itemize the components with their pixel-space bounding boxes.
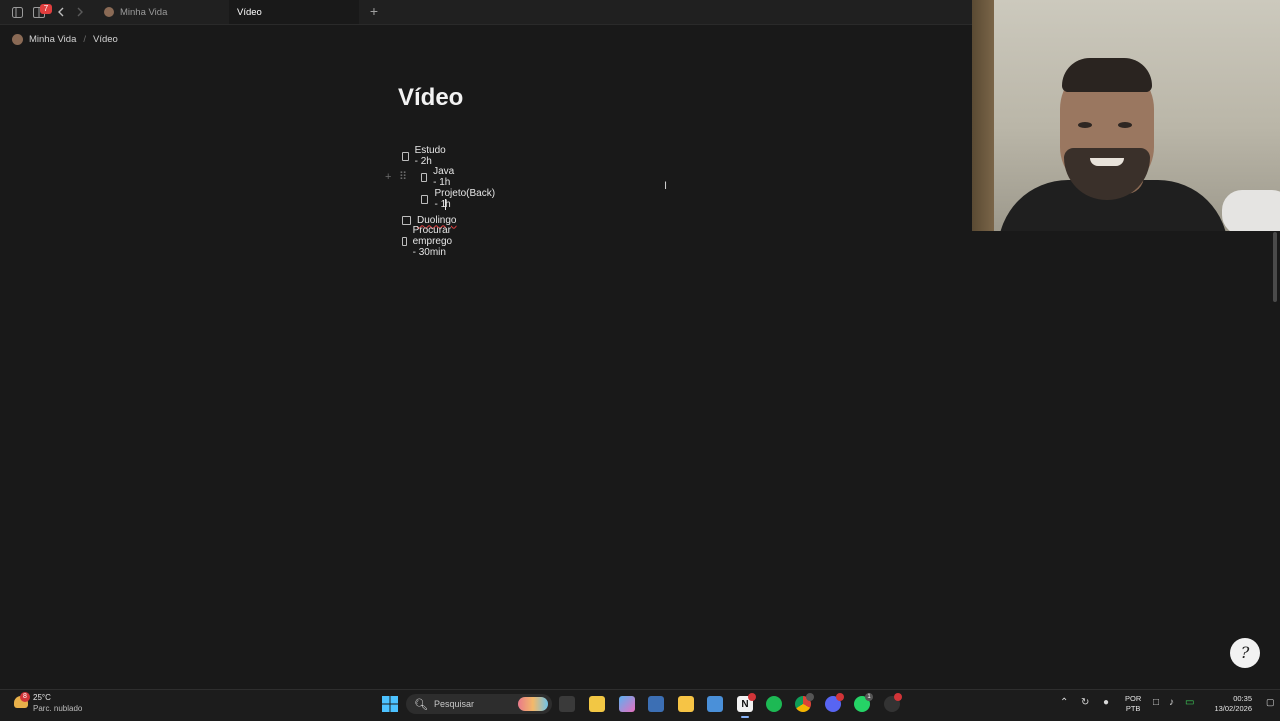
search-icon: 🔍︎: [414, 698, 428, 711]
tab-minha-vida[interactable]: Minha Vida: [96, 0, 228, 24]
webcam-overlay: [972, 0, 1280, 231]
tab-label: Minha Vida: [120, 6, 168, 18]
todo-text[interactable]: Projeto(Back) - 1h: [434, 188, 496, 210]
folder-icon[interactable]: [678, 696, 694, 712]
page-title[interactable]: Vídeo: [398, 82, 463, 114]
avatar-icon: [12, 33, 23, 45]
tab-label: Vídeo: [237, 6, 262, 18]
network-icon[interactable]: □: [1153, 697, 1159, 708]
todo-item[interactable]: Java - 1h: [421, 166, 457, 188]
new-tab-button[interactable]: +: [366, 3, 382, 20]
notepad-icon[interactable]: [707, 696, 723, 712]
language-line1: POR: [1125, 694, 1142, 703]
spotify-icon[interactable]: [766, 696, 782, 712]
app-badge: [894, 693, 902, 701]
language-line2: PTB: [1125, 704, 1141, 713]
todo-checkbox[interactable]: [421, 194, 429, 204]
breadcrumb-parent[interactable]: Minha Vida: [29, 34, 76, 45]
volume-icon[interactable]: ♪: [1169, 697, 1174, 708]
whatsapp-badge: 1: [865, 693, 873, 701]
ibeam-cursor-icon: I: [664, 180, 668, 192]
todo-checkbox[interactable]: [421, 172, 428, 182]
battery-icon[interactable]: ▭: [1185, 697, 1194, 708]
todo-item[interactable]: Projeto(Back) - 1h: [421, 188, 497, 210]
todo-text[interactable]: Java - 1h: [433, 166, 457, 188]
clock-time: 00:35: [1233, 694, 1252, 703]
todo-checkbox[interactable]: [402, 151, 409, 161]
language-indicator[interactable]: POR PTB: [1125, 694, 1141, 714]
sidebar-icon[interactable]: [9, 4, 25, 20]
sync-icon[interactable]: ↻: [1081, 697, 1089, 708]
help-button[interactable]: ?: [1230, 638, 1260, 668]
todo-text[interactable]: Estudo - 2h: [415, 145, 449, 167]
windows-start-icon[interactable]: [382, 696, 398, 712]
clock[interactable]: 00:35 13/02/2026: [1208, 694, 1252, 714]
todo-text[interactable]: Procurar emprego - 30min: [413, 225, 457, 258]
todo-item[interactable]: Estudo - 2h: [402, 145, 449, 167]
breadcrumb-current[interactable]: Vídeo: [93, 34, 118, 45]
breadcrumb-separator: /: [83, 33, 86, 45]
todo-checkbox[interactable]: [402, 236, 407, 246]
todo-item[interactable]: Procurar emprego - 30min: [402, 225, 456, 258]
file-manager-icon[interactable]: [589, 696, 605, 712]
todo-text-after-caret: h: [445, 199, 451, 211]
search-placeholder: Pesquisar: [433, 699, 474, 709]
notification-badge: 7: [40, 4, 52, 14]
todo-text-before-caret: Projeto(Back) - 1: [434, 187, 496, 211]
task-view-icon[interactable]: [559, 696, 575, 712]
back-arrow-icon[interactable]: [53, 4, 69, 20]
chrome-badge: [806, 693, 814, 701]
add-block-icon[interactable]: +: [385, 171, 391, 183]
scrollbar[interactable]: [1273, 232, 1277, 302]
forward-arrow-icon[interactable]: [72, 4, 88, 20]
microphone-icon[interactable]: ●: [1103, 697, 1109, 708]
notion-badge: [748, 693, 756, 701]
drag-handle-icon[interactable]: ⠿: [399, 171, 407, 183]
chevron-up-icon[interactable]: ⌃: [1060, 697, 1068, 708]
tab-video[interactable]: Vídeo: [229, 0, 359, 24]
active-app-indicator: [741, 716, 749, 718]
weather-condition[interactable]: Parc. nublado: [33, 704, 82, 713]
notification-bell-icon[interactable]: ▢: [1266, 697, 1275, 708]
avatar-icon: [104, 7, 114, 17]
discord-badge: [836, 693, 844, 701]
clock-date: 13/02/2026: [1214, 704, 1252, 713]
weather-temperature[interactable]: 25°C: [33, 693, 51, 702]
breadcrumb: Minha Vida / Vídeo: [12, 31, 118, 47]
search-highlight-icon: [518, 697, 548, 711]
copilot-icon[interactable]: [619, 696, 635, 712]
weather-badge: 8: [20, 692, 30, 702]
todo-checkbox[interactable]: [402, 215, 411, 225]
calculator-icon[interactable]: [648, 696, 664, 712]
